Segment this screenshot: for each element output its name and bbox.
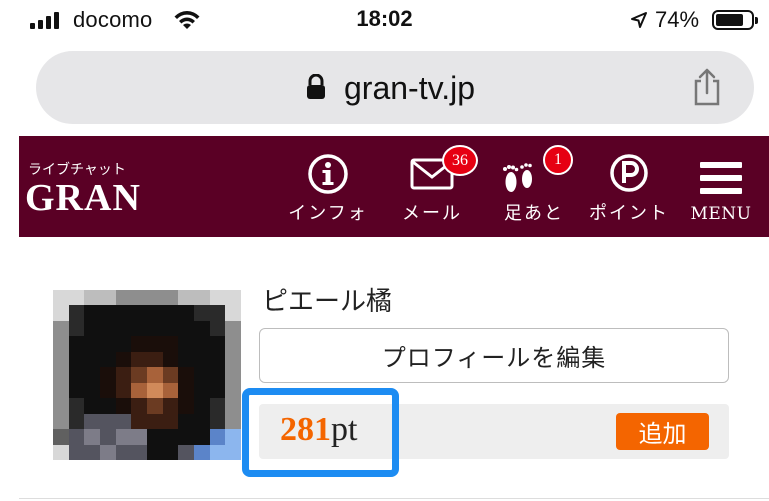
point-icon — [610, 154, 648, 192]
mail-count-badge: 36 — [442, 145, 478, 176]
status-bar: docomo 18:02 74% — [0, 0, 769, 40]
nav-points[interactable]: ポイント — [579, 136, 679, 237]
battery-percent: 74% — [655, 7, 700, 32]
user-name: ピエール橘 — [262, 287, 393, 317]
nav-info[interactable]: インフォ — [276, 136, 380, 237]
avatar[interactable] — [53, 290, 241, 460]
nav-mail-label: メール — [402, 203, 462, 224]
battery-icon — [712, 10, 758, 30]
section-divider — [19, 498, 769, 499]
footprints-icon — [503, 163, 532, 192]
url-text[interactable]: gran-tv.jp — [344, 70, 475, 107]
clock: 18:02 — [356, 6, 413, 31]
lock-icon — [307, 74, 325, 99]
nav-mail[interactable]: 36 メール — [380, 136, 484, 237]
hamburger-menu-icon — [700, 162, 742, 194]
edit-profile-button[interactable]: プロフィールを編集 — [259, 328, 729, 383]
nav-footprints-label: 足あと — [504, 203, 564, 224]
nav-points-label: ポイント — [589, 203, 669, 224]
site-header: ライブチャット GRAN インフォ 36 メール 1 足あと ポイント MENU — [19, 136, 769, 237]
add-points-button[interactable]: 追加 — [616, 413, 709, 450]
nav-footprints[interactable]: 1 足あと — [484, 136, 584, 237]
info-icon — [308, 154, 348, 194]
site-logo[interactable]: GRAN — [25, 176, 141, 220]
points-highlight-frame — [242, 388, 399, 477]
footprints-count-badge: 1 — [543, 145, 573, 175]
nav-info-label: インフォ — [288, 203, 368, 224]
nav-menu[interactable]: MENU — [681, 136, 761, 237]
location-arrow-icon — [631, 12, 647, 28]
nav-menu-label: MENU — [690, 204, 752, 224]
share-icon[interactable] — [690, 67, 724, 107]
